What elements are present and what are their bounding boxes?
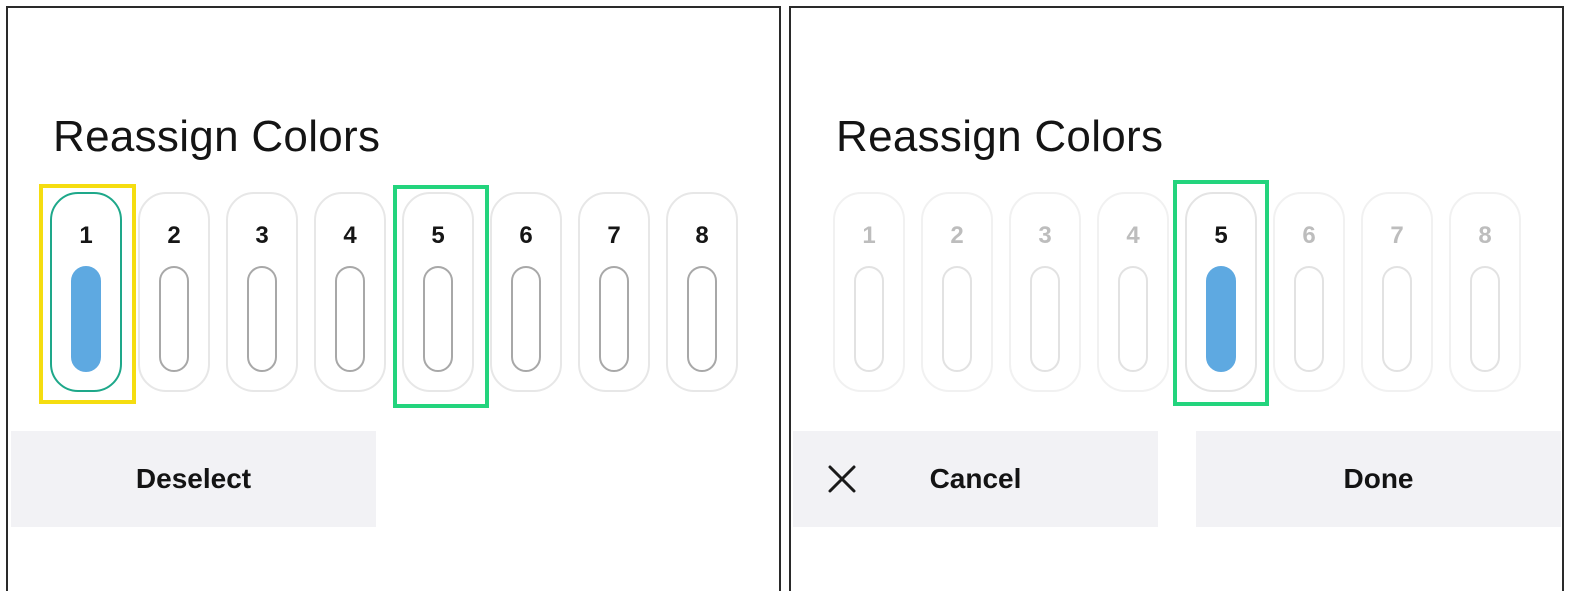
- done-label: Done: [1343, 463, 1414, 494]
- slot-color-bar: [1470, 266, 1500, 372]
- color-slot-4[interactable]: 4: [314, 192, 386, 392]
- deselect-label: Deselect: [135, 463, 252, 494]
- color-slot-1[interactable]: 1: [833, 192, 905, 392]
- slot-color-bar: [1206, 266, 1236, 372]
- deselect-button[interactable]: Deselect: [11, 431, 376, 527]
- color-slot-2[interactable]: 2: [921, 192, 993, 392]
- slot-color-bar: [247, 266, 277, 372]
- slot-number: 2: [950, 222, 964, 249]
- close-icon: [828, 465, 856, 493]
- cancel-button[interactable]: Cancel: [793, 431, 1158, 527]
- slot-number: 6: [519, 222, 533, 249]
- color-slot-2[interactable]: 2: [138, 192, 210, 392]
- slot-number: 7: [1390, 222, 1404, 249]
- slot-number: 1: [79, 222, 93, 249]
- slot-color-bar: [1294, 266, 1324, 372]
- slot-number: 5: [1214, 222, 1228, 249]
- color-slot-4[interactable]: 4: [1097, 192, 1169, 392]
- done-button[interactable]: Done: [1196, 431, 1561, 527]
- color-slot-8[interactable]: 8: [1449, 192, 1521, 392]
- slot-number: 6: [1302, 222, 1316, 249]
- slot-number: 4: [1126, 222, 1140, 249]
- cancel-label: Cancel: [929, 463, 1022, 494]
- slot-number: 3: [255, 222, 269, 249]
- slot-number: 1: [862, 222, 876, 249]
- slot-number: 4: [343, 222, 357, 249]
- slot-color-bar: [511, 266, 541, 372]
- color-slot-3[interactable]: 3: [226, 192, 298, 392]
- slot-color-bar: [599, 266, 629, 372]
- slot-color-bar: [1382, 266, 1412, 372]
- slot-number: 7: [607, 222, 621, 249]
- color-slot-8[interactable]: 8: [666, 192, 738, 392]
- color-slot-3[interactable]: 3: [1009, 192, 1081, 392]
- slot-number: 3: [1038, 222, 1052, 249]
- color-slot-7[interactable]: 7: [578, 192, 650, 392]
- slot-color-bar: [423, 266, 453, 372]
- slot-color-bar: [854, 266, 884, 372]
- slot-color-bar: [687, 266, 717, 372]
- left-screen: Reassign Colors 1 2 3 4 5 6 7 8 Deselect: [6, 6, 781, 591]
- slot-color-bar: [71, 266, 101, 372]
- page-title: Reassign Colors: [53, 112, 381, 161]
- slot-number: 5: [431, 222, 445, 249]
- slot-color-bar: [335, 266, 365, 372]
- color-slot-7[interactable]: 7: [1361, 192, 1433, 392]
- slot-number: 2: [167, 222, 181, 249]
- slot-color-bar: [159, 266, 189, 372]
- slot-number: 8: [695, 222, 709, 249]
- page-title: Reassign Colors: [836, 112, 1164, 161]
- slot-color-bar: [1118, 266, 1148, 372]
- color-slot-1[interactable]: 1: [50, 192, 122, 392]
- color-slot-5[interactable]: 5: [1185, 192, 1257, 392]
- color-slot-6[interactable]: 6: [490, 192, 562, 392]
- slot-color-bar: [942, 266, 972, 372]
- color-slot-6[interactable]: 6: [1273, 192, 1345, 392]
- right-screen: Reassign Colors 1 2 3 4 5 6 7 8 Cancel D: [789, 6, 1564, 591]
- slot-color-bar: [1030, 266, 1060, 372]
- slot-number: 8: [1478, 222, 1492, 249]
- color-slot-5[interactable]: 5: [402, 192, 474, 392]
